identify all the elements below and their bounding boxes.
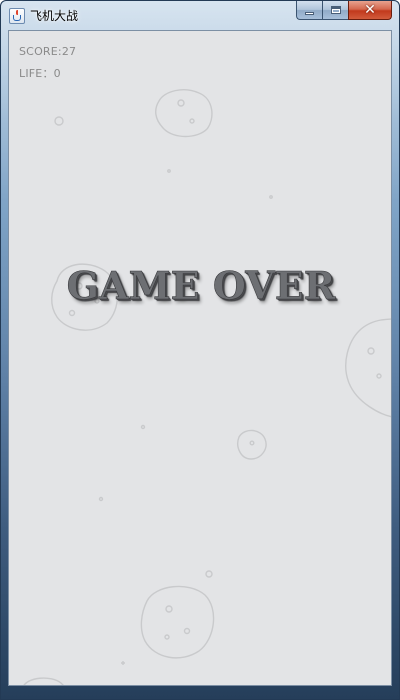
crater [164,634,170,640]
crater [177,99,185,107]
title-bar[interactable]: 飞机大战 ✕ [1,1,399,30]
score-label: SCORE:27 [19,45,77,58]
life-label: LIFE：0 [19,67,61,80]
window-title: 飞机大战 [30,9,79,23]
maximize-button[interactable] [322,1,348,20]
close-icon: ✕ [364,2,376,18]
close-button[interactable]: ✕ [348,1,392,20]
debris [98,496,104,502]
crater [249,440,255,446]
crater [367,347,375,355]
crater [68,309,76,317]
sparkle [121,661,125,665]
cup-mark [13,15,21,21]
crater [183,627,191,635]
background-asteroids [23,89,391,685]
crater [189,118,195,124]
debris [269,195,273,199]
maximize-icon [330,6,341,14]
debris [140,424,146,430]
game-over-message: GAME OVER [66,263,336,309]
asteroid [155,89,213,138]
asteroid [23,677,64,685]
crater [165,605,173,613]
game-canvas[interactable]: SCORE:27 LIFE：0 GAME OVER [8,30,392,686]
java-cup-icon[interactable] [9,8,25,24]
asteroid [140,585,215,659]
window-controls: ✕ [296,1,392,20]
minimize-button[interactable] [296,1,322,20]
crater [376,373,382,379]
asteroid [345,318,391,418]
debris [54,116,64,126]
game-window: 飞机大战 ✕ SCORE:27 LIFE：0 GAME OVER [0,0,400,700]
debris [205,570,213,578]
debris [167,169,171,173]
minimize-icon [305,11,314,15]
